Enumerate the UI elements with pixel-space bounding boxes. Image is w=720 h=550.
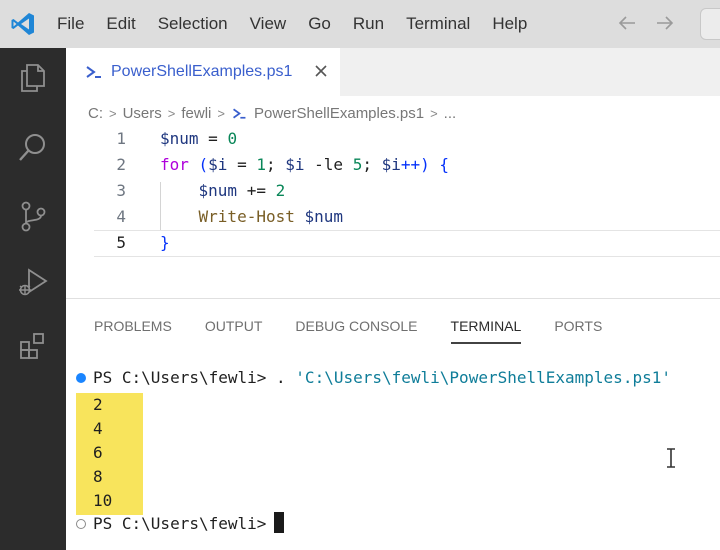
code-line: 2 for ($i = 1; $i -le 5; $i++) { <box>66 152 720 178</box>
menu-file[interactable]: File <box>46 14 95 34</box>
terminal[interactable]: PS C:\Users\fewli> . 'C:\Users\fewli\Pow… <box>66 360 720 550</box>
code-line: 1 $num = 0 <box>66 126 720 152</box>
line-text: $num = 0 <box>160 129 238 148</box>
explorer-icon[interactable] <box>13 58 53 98</box>
chevron-right-icon: > <box>109 105 117 121</box>
menu-view[interactable]: View <box>239 14 298 34</box>
line-number: 4 <box>116 207 126 226</box>
menu-go[interactable]: Go <box>297 14 342 34</box>
navigation-arrows <box>616 12 676 34</box>
terminal-command: . <box>276 368 296 387</box>
line-text: $num += 2 <box>198 181 286 200</box>
breadcrumb-drive[interactable]: C: <box>88 105 103 122</box>
terminal-output-line: 8 <box>93 467 103 486</box>
tab-problems[interactable]: PROBLEMS <box>94 308 172 344</box>
code-line: 4 Write-Host $num <box>66 204 720 230</box>
code-editor[interactable]: 1 $num = 0 2 for ($i = 1; $i -le 5; $i++… <box>66 126 720 258</box>
breadcrumb-users[interactable]: Users <box>123 105 162 122</box>
menu-terminal[interactable]: Terminal <box>395 14 481 34</box>
terminal-output-line: 10 <box>93 491 113 510</box>
menu-help[interactable]: Help <box>481 14 538 34</box>
tab-output[interactable]: OUTPUT <box>205 308 263 344</box>
arrow-left-icon[interactable] <box>616 12 638 34</box>
menu-edit[interactable]: Edit <box>95 14 146 34</box>
terminal-command-line: PS C:\Users\fewli> . 'C:\Users\fewli\Pow… <box>93 366 671 390</box>
breadcrumb-ellipsis[interactable]: ... <box>444 105 457 122</box>
arrow-right-icon[interactable] <box>654 12 676 34</box>
powershell-file-icon <box>86 66 101 78</box>
breadcrumb: C: > Users > fewli > PowerShellExamples.… <box>88 100 456 126</box>
line-number: 5 <box>116 233 126 252</box>
line-number: 3 <box>116 181 126 200</box>
run-debug-icon[interactable] <box>13 262 53 302</box>
menu-bar: File Edit Selection View Go Run Terminal… <box>46 0 538 48</box>
search-icon[interactable] <box>13 128 53 168</box>
command-success-dot-icon[interactable] <box>76 373 86 383</box>
tab-debug-console[interactable]: DEBUG CONSOLE <box>295 308 417 344</box>
editor-tab-bar: PowerShellExamples.ps1 <box>66 48 720 96</box>
line-text: Write-Host $num <box>198 207 344 226</box>
line-text: } <box>160 233 170 252</box>
editor-tab[interactable]: PowerShellExamples.ps1 <box>66 48 340 96</box>
line-number: 1 <box>116 129 126 148</box>
vscode-logo-icon <box>11 13 34 35</box>
tab-label: PowerShellExamples.ps1 <box>111 63 293 80</box>
terminal-prompt: PS C:\Users\fewli> <box>93 514 267 533</box>
tab-terminal[interactable]: TERMINAL <box>450 308 521 344</box>
code-line: 3 $num += 2 <box>66 178 720 204</box>
menu-run[interactable]: Run <box>342 14 395 34</box>
terminal-output-line: 4 <box>93 419 103 438</box>
tab-ports[interactable]: PORTS <box>554 308 602 344</box>
source-control-icon[interactable] <box>13 196 53 236</box>
line-number: 2 <box>116 155 126 174</box>
title-bar: File Edit Selection View Go Run Terminal… <box>0 0 720 48</box>
menu-selection[interactable]: Selection <box>147 14 239 34</box>
breadcrumb-file[interactable]: PowerShellExamples.ps1 <box>254 105 424 122</box>
line-text: for ($i = 1; $i -le 5; $i++) { <box>160 155 450 174</box>
terminal-prompt-line: PS C:\Users\fewli> <box>93 512 285 536</box>
command-center-search[interactable] <box>700 8 720 40</box>
breadcrumb-fewli[interactable]: fewli <box>181 105 211 122</box>
close-icon[interactable] <box>312 62 330 80</box>
terminal-output-line: 6 <box>93 443 103 462</box>
extensions-icon[interactable] <box>13 326 53 366</box>
powershell-file-icon <box>233 108 246 119</box>
chevron-right-icon: > <box>430 105 438 121</box>
terminal-prompt: PS C:\Users\fewli> <box>93 368 267 387</box>
activity-bar <box>0 48 66 550</box>
code-line: 5 } <box>66 230 720 256</box>
chevron-right-icon: > <box>217 105 225 121</box>
panel-border <box>66 298 720 299</box>
terminal-output-line: 2 <box>93 395 103 414</box>
chevron-right-icon: > <box>167 105 176 121</box>
text-cursor-icon <box>667 448 675 468</box>
panel-tabs: PROBLEMS OUTPUT DEBUG CONSOLE TERMINAL P… <box>94 308 635 344</box>
terminal-command-arg: 'C:\Users\fewli\PowerShellExamples.ps1' <box>295 368 671 387</box>
command-pending-dot-icon[interactable] <box>76 519 86 529</box>
terminal-cursor <box>274 512 285 533</box>
